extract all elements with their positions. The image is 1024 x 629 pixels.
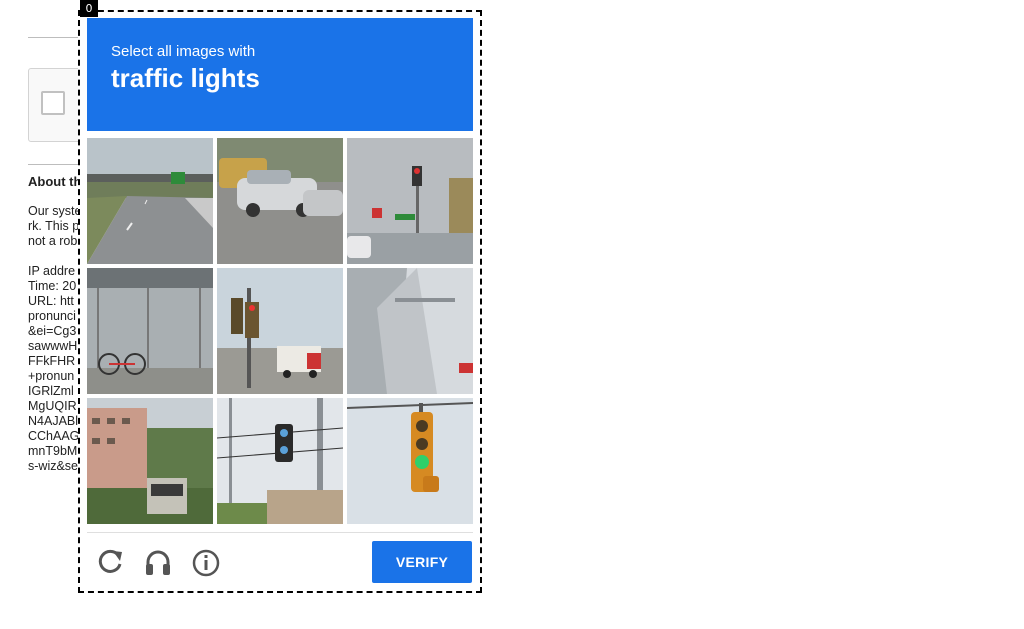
tile-green-traffic-light[interactable] bbox=[347, 398, 473, 524]
frame-index-badge: 0 bbox=[80, 0, 98, 17]
image-grid bbox=[87, 138, 473, 524]
challenge-prompt: Select all images with traffic lights bbox=[87, 18, 473, 131]
footer-divider bbox=[87, 532, 473, 533]
tile-highway[interactable] bbox=[87, 138, 213, 264]
tile-pedestrian-signal[interactable] bbox=[217, 398, 343, 524]
about-heading: About th bbox=[28, 174, 82, 189]
info-icon[interactable] bbox=[190, 546, 222, 578]
headphones-icon[interactable] bbox=[142, 546, 174, 578]
prompt-instruction: Select all images with bbox=[111, 43, 256, 60]
tile-traffic-light-truck[interactable] bbox=[217, 268, 343, 394]
tile-turnstile[interactable] bbox=[347, 268, 473, 394]
tile-building-traffic-light[interactable] bbox=[347, 138, 473, 264]
tile-bus-apartments[interactable] bbox=[87, 398, 213, 524]
tile-bike-shelter[interactable] bbox=[87, 268, 213, 394]
tile-parked-cars[interactable] bbox=[217, 138, 343, 264]
recaptcha-checkbox[interactable] bbox=[41, 91, 65, 115]
reload-icon[interactable] bbox=[94, 546, 126, 578]
verify-button[interactable]: VERIFY bbox=[372, 541, 472, 583]
prompt-target: traffic lights bbox=[111, 63, 260, 93]
